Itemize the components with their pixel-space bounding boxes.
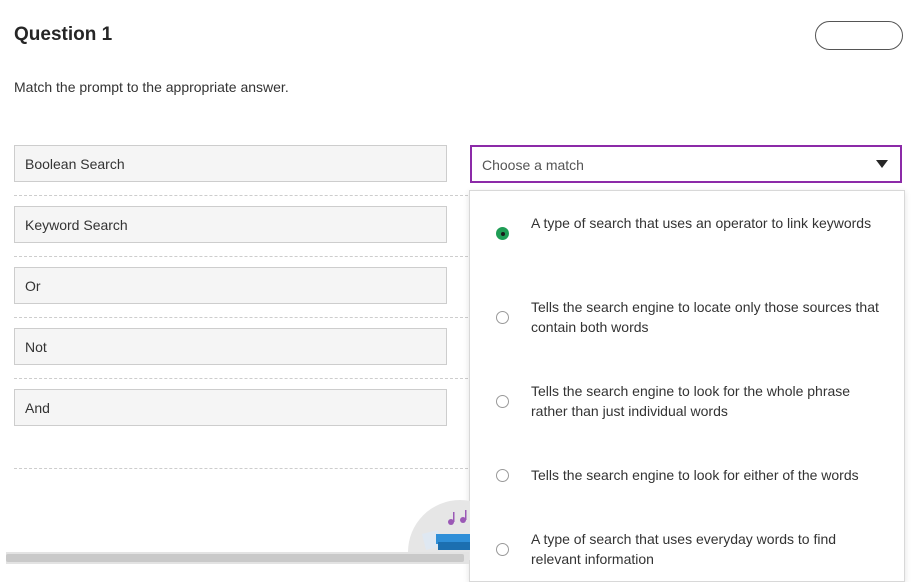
prompt-boolean-search: Boolean Search [14,145,447,182]
select-placeholder: Choose a match [482,157,584,173]
prompt-or: Or [14,267,447,304]
option-label: A type of search that uses everyday word… [531,531,837,567]
question-instructions: Match the prompt to the appropriate answ… [14,79,289,95]
prompt-keyword-search: Keyword Search [14,206,447,243]
match-select[interactable]: Choose a match [470,145,902,183]
option-label: Tells the search engine to look for eith… [531,467,859,483]
music-books-illustration [408,500,470,560]
prompt-not: Not [14,328,447,365]
prompt-label: Not [25,339,47,355]
row-divider [14,378,468,379]
radio-icon[interactable] [496,395,509,408]
row-divider [14,468,468,469]
radio-selected-icon[interactable] [496,227,509,240]
horizontal-scrollbar[interactable] [6,552,469,564]
radio-icon[interactable] [496,311,509,324]
page-title: Question 1 [14,24,113,45]
prompt-and: And [14,389,447,426]
option-label: Tells the search engine to look for the … [531,383,851,419]
row-divider [14,195,468,196]
header-pill-button[interactable] [815,21,903,50]
option-label: Tells the search engine to locate only t… [531,299,879,335]
prompt-label: Keyword Search [25,217,128,233]
row-divider [14,256,468,257]
radio-icon[interactable] [496,543,509,556]
chevron-down-icon[interactable] [876,160,888,168]
radio-icon[interactable] [496,469,509,482]
prompt-label: And [25,400,50,416]
option-label: A type of search that uses an operator t… [531,215,872,231]
row-divider [14,317,468,318]
match-dropdown: A type of search that uses an operator t… [469,190,905,582]
prompt-label: Or [25,278,41,294]
prompt-label: Boolean Search [25,156,125,172]
scrollbar-thumb[interactable] [6,554,464,562]
